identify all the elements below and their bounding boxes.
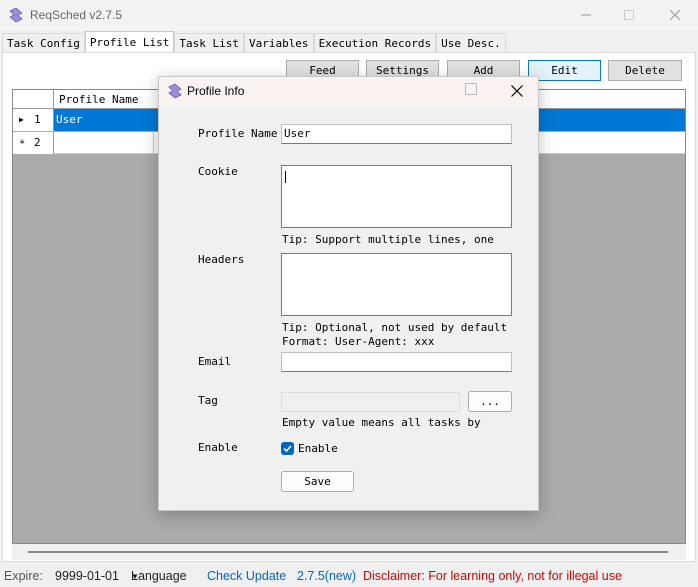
profile-name-label: Profile Name [198, 127, 278, 140]
maximize-icon [624, 10, 634, 20]
app-logo-icon [9, 7, 23, 23]
headers-tip: Tip: Optional, not used by default [282, 321, 508, 334]
close-icon[interactable] [511, 85, 523, 97]
tag-input [281, 392, 460, 412]
tab-profile-list[interactable]: Profile List [84, 31, 175, 52]
profile-info-dialog: Profile Info Profile Name User Cookie Ti… [158, 76, 539, 511]
headers-label: Headers [198, 253, 245, 266]
enable-checkbox-label[interactable]: Enable [298, 442, 338, 455]
minimize-button[interactable] [563, 0, 609, 30]
tab-variables[interactable]: Variables [243, 33, 314, 52]
close-button[interactable] [652, 0, 698, 30]
tag-tip: Empty value means all tasks by [282, 416, 481, 429]
app-logo-icon [168, 83, 182, 99]
profile-name-cell[interactable] [54, 132, 154, 154]
email-label: Email [198, 355, 232, 368]
tag-label: Tag [198, 394, 218, 407]
tab-strip: Task Config Profile List Task List Varia… [2, 31, 506, 52]
chevron-down-icon: ▼ [131, 572, 139, 581]
main-titlebar: ReqSched v2.7.5 [0, 0, 698, 30]
tab-task-list[interactable]: Task List [174, 33, 244, 52]
dialog-title: Profile Info [187, 84, 245, 98]
cookie-label: Cookie [198, 165, 238, 178]
text-caret [285, 171, 286, 183]
dialog-titlebar: Profile Info [159, 77, 538, 106]
expire-date: 9999-01-01 [55, 569, 119, 583]
new-version-link[interactable]: 2.7.5(new) [297, 565, 356, 587]
checkmark-icon [283, 445, 292, 453]
tab-execution-records[interactable]: Execution Records [313, 33, 437, 52]
grid-corner [13, 90, 54, 109]
profile-name-input[interactable]: User [281, 124, 512, 144]
tab-use-desc[interactable]: Use Desc. [436, 33, 506, 52]
maximize-button[interactable] [606, 0, 652, 30]
headers-format-tip: Format: User-Agent: xxx [282, 335, 435, 348]
delete-button[interactable]: Delete [608, 60, 682, 81]
headers-textarea[interactable] [281, 253, 512, 316]
enable-label: Enable [198, 441, 238, 454]
tag-picker-button[interactable]: ... [468, 391, 512, 412]
cookie-tip: Tip: Support multiple lines, one [282, 233, 494, 246]
window-title: ReqSched v2.7.5 [30, 8, 123, 22]
expire-label: Expire: [4, 569, 43, 583]
horizontal-scrollbar[interactable] [12, 544, 686, 560]
new-row-asterisk-icon: ∗ [19, 137, 26, 148]
minimize-icon [581, 14, 591, 16]
current-row-arrow-icon: ▶ [19, 115, 24, 124]
check-update-link[interactable]: Check Update [207, 565, 286, 587]
dialog-body: Profile Name User Cookie Tip: Support mu… [159, 106, 538, 510]
disclaimer-text: Disclaimer: For learning only, not for i… [363, 569, 622, 583]
close-icon [670, 10, 680, 20]
row-header[interactable]: ▶ 1 [13, 109, 54, 131]
row-header[interactable]: ∗ 2 [13, 132, 54, 154]
status-bar: Expire: 9999-01-01 Language ▼ Check Upda… [0, 565, 698, 587]
enable-checkbox[interactable] [281, 442, 294, 455]
save-button[interactable]: Save [281, 471, 354, 492]
email-input[interactable] [281, 352, 512, 372]
column-header-profile-name[interactable]: Profile Name [54, 90, 164, 109]
cookie-textarea[interactable] [281, 165, 512, 228]
tab-task-config[interactable]: Task Config [2, 33, 85, 52]
maximize-icon[interactable] [465, 83, 477, 95]
language-dropdown[interactable]: Language ▼ [131, 565, 187, 587]
scrollbar-thumb[interactable] [28, 551, 668, 553]
